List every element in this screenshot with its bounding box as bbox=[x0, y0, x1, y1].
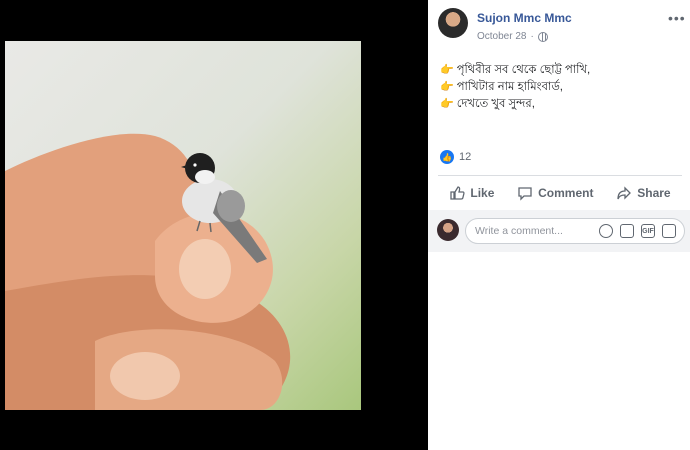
post-text-line: 👉 দেখতে খুব সুন্দর, bbox=[440, 96, 680, 113]
post-text: 👉 পৃথিবীর সব থেকে ছোট্ট পাখি, 👉 পাখিটার … bbox=[440, 62, 680, 113]
sticker-icon[interactable] bbox=[662, 224, 676, 238]
comment-input[interactable] bbox=[475, 223, 595, 239]
comment-icon bbox=[518, 187, 532, 201]
camera-icon[interactable] bbox=[620, 224, 634, 238]
post-actions: Like Comment Share bbox=[438, 179, 682, 207]
reaction-count: 12 bbox=[459, 151, 472, 163]
comment-button[interactable]: Comment bbox=[517, 185, 593, 201]
bird-on-finger-image bbox=[5, 133, 291, 410]
post-meta: October 28 · bbox=[477, 31, 548, 42]
like-button[interactable]: Like bbox=[449, 185, 494, 201]
post-text-line: 👉 পৃথিবীর সব থেকে ছোট্ট পাখি, bbox=[440, 62, 680, 79]
globe-icon bbox=[537, 31, 548, 42]
more-options-icon[interactable]: ••• bbox=[668, 10, 686, 26]
post-sidebar: Sujon Mmc Mmc October 28 · ••• 👉 পৃথিবীর… bbox=[428, 0, 690, 450]
post-date[interactable]: October 28 bbox=[477, 31, 526, 42]
reaction-summary[interactable]: 👍 12 bbox=[440, 150, 471, 164]
post-text-line: 👉 পাখিটার নাম হামিংবার্ড, bbox=[440, 79, 680, 96]
divider bbox=[438, 175, 682, 176]
pointing-hand-icon: 👉 bbox=[440, 98, 454, 110]
comment-composer: GIF bbox=[428, 210, 690, 252]
post-photo[interactable] bbox=[5, 41, 361, 410]
emoji-icon[interactable] bbox=[599, 224, 613, 238]
author-avatar[interactable] bbox=[438, 8, 468, 38]
author-name[interactable]: Sujon Mmc Mmc bbox=[477, 11, 572, 25]
thumbs-up-icon bbox=[450, 186, 465, 200]
current-user-avatar bbox=[437, 219, 459, 241]
like-reaction-icon: 👍 bbox=[440, 150, 454, 164]
share-icon bbox=[617, 186, 632, 200]
share-button[interactable]: Share bbox=[616, 185, 671, 201]
pointing-hand-icon: 👉 bbox=[440, 81, 454, 93]
comment-box[interactable]: GIF bbox=[465, 218, 685, 244]
photo-viewer bbox=[0, 0, 428, 450]
pointing-hand-icon: 👉 bbox=[440, 64, 454, 76]
comment-tools: GIF bbox=[599, 224, 676, 238]
gif-icon[interactable]: GIF bbox=[641, 224, 655, 238]
